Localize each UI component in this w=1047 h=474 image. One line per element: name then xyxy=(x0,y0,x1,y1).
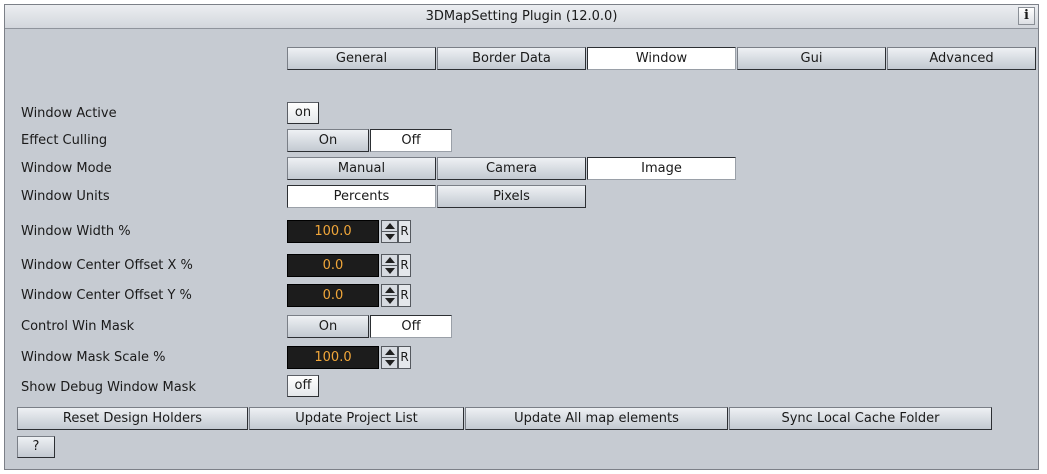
window-active-label: Window Active xyxy=(21,106,117,121)
window-mode-manual-button[interactable]: Manual xyxy=(287,157,436,180)
center-offset-y-spinner[interactable] xyxy=(381,284,398,307)
update-project-list-button[interactable]: Update Project List xyxy=(249,407,464,430)
window-width-reset-button[interactable]: R xyxy=(398,220,411,243)
center-offset-y-reset-button[interactable]: R xyxy=(398,284,411,307)
update-all-map-elements-button[interactable]: Update All map elements xyxy=(465,407,728,430)
window-active-toggle[interactable]: on xyxy=(287,102,319,124)
tab-general[interactable]: General xyxy=(287,47,436,70)
title-bar: 3DMapSetting Plugin (12.0.0) i xyxy=(5,5,1038,29)
spin-down-icon[interactable] xyxy=(382,266,397,276)
center-offset-y-label: Window Center Offset Y % xyxy=(21,288,192,303)
spin-up-icon[interactable] xyxy=(382,221,397,232)
sync-local-cache-folder-button[interactable]: Sync Local Cache Folder xyxy=(729,407,992,430)
spin-up-icon[interactable] xyxy=(382,285,397,296)
window-mask-scale-field[interactable]: 100.0 xyxy=(287,346,379,369)
plugin-panel: 3DMapSetting Plugin (12.0.0) i General B… xyxy=(4,4,1039,470)
tab-border-data[interactable]: Border Data xyxy=(437,47,586,70)
window-mask-scale-label: Window Mask Scale % xyxy=(21,350,166,365)
effect-culling-on-button[interactable]: On xyxy=(287,129,369,152)
effect-culling-label: Effect Culling xyxy=(21,133,108,148)
tab-gui[interactable]: Gui xyxy=(737,47,886,70)
window-units-percents-button[interactable]: Percents xyxy=(287,185,436,208)
center-offset-x-reset-button[interactable]: R xyxy=(398,254,411,277)
window-width-field[interactable]: 100.0 xyxy=(287,220,379,243)
spin-up-icon[interactable] xyxy=(382,347,397,358)
tab-window[interactable]: Window xyxy=(587,47,736,70)
window-mode-label: Window Mode xyxy=(21,161,112,176)
window-width-label: Window Width % xyxy=(21,224,131,239)
reset-design-holders-button[interactable]: Reset Design Holders xyxy=(17,407,248,430)
center-offset-x-spinner[interactable] xyxy=(381,254,398,277)
window-units-pixels-button[interactable]: Pixels xyxy=(437,185,586,208)
window-mode-camera-button[interactable]: Camera xyxy=(437,157,586,180)
show-debug-mask-toggle[interactable]: off xyxy=(287,375,319,397)
tab-advanced[interactable]: Advanced xyxy=(887,47,1036,70)
center-offset-y-field[interactable]: 0.0 xyxy=(287,284,379,307)
effect-culling-off-button[interactable]: Off xyxy=(370,129,452,152)
info-button[interactable]: i xyxy=(1018,7,1035,25)
show-debug-mask-label: Show Debug Window Mask xyxy=(21,380,196,395)
window-mask-scale-reset-button[interactable]: R xyxy=(398,346,411,369)
spin-down-icon[interactable] xyxy=(382,296,397,306)
spin-up-icon[interactable] xyxy=(382,255,397,266)
center-offset-x-label: Window Center Offset X % xyxy=(21,258,193,273)
control-win-mask-on-button[interactable]: On xyxy=(287,315,369,338)
window-mode-image-button[interactable]: Image xyxy=(587,157,736,180)
spin-down-icon[interactable] xyxy=(382,232,397,242)
window-width-spinner[interactable] xyxy=(381,220,398,243)
spin-down-icon[interactable] xyxy=(382,358,397,368)
plugin-title: 3DMapSetting Plugin (12.0.0) xyxy=(425,9,618,24)
center-offset-x-field[interactable]: 0.0 xyxy=(287,254,379,277)
control-win-mask-off-button[interactable]: Off xyxy=(370,315,452,338)
window-mask-scale-spinner[interactable] xyxy=(381,346,398,369)
help-button[interactable]: ? xyxy=(17,436,55,458)
window-units-label: Window Units xyxy=(21,189,110,204)
control-win-mask-label: Control Win Mask xyxy=(21,319,135,334)
